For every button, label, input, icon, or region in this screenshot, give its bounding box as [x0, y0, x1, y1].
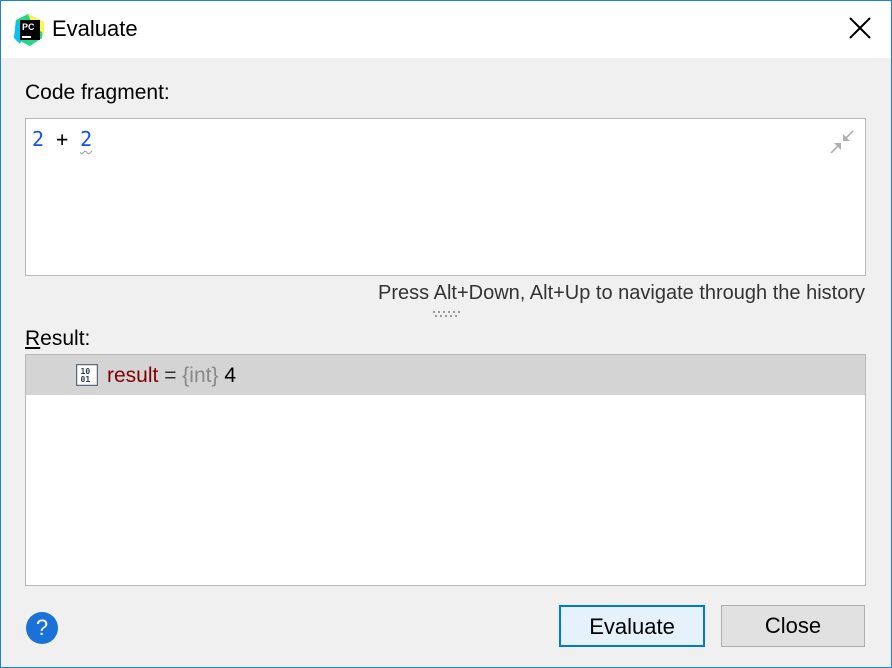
evaluate-dialog: PC Evaluate Code fragment: 2 + 2 Press A…: [0, 0, 892, 668]
window-title: Evaluate: [52, 16, 138, 41]
result-tree-row[interactable]: 10 01 result = {int} 4: [26, 355, 865, 395]
result-type: {int}: [182, 364, 219, 387]
result-label-rest: esult:: [40, 327, 91, 350]
code-operator: +: [44, 127, 81, 151]
result-row-text: result = {int} 4: [107, 364, 236, 388]
code-expression[interactable]: 2 + 2: [32, 127, 92, 151]
history-hint: Press Alt+Down, Alt+Up to navigate throu…: [378, 282, 865, 304]
evaluate-button[interactable]: Evaluate: [559, 605, 705, 647]
help-button[interactable]: ?: [26, 612, 58, 644]
code-left-operand: 2: [32, 127, 45, 151]
title-bar: PC Evaluate: [1, 1, 891, 58]
binary-value-icon: 10 01: [76, 364, 98, 386]
result-value: 4: [218, 364, 237, 387]
close-button[interactable]: Close: [721, 605, 865, 647]
result-label-mnemonic: R: [25, 327, 41, 350]
code-fragment-label: Code fragment:: [25, 81, 170, 104]
code-right-operand: 2: [80, 127, 93, 151]
close-icon[interactable]: [847, 15, 873, 41]
pycharm-logo-icon: PC: [14, 14, 44, 46]
result-variable-name: result: [107, 364, 159, 387]
splitter-grip-icon[interactable]: [431, 310, 463, 318]
collapse-editor-icon[interactable]: [829, 129, 855, 155]
svg-text:01: 01: [81, 375, 91, 384]
result-label: Result:: [25, 327, 90, 351]
app-icon-text: PC: [22, 22, 35, 32]
result-tree[interactable]: 10 01 result = {int} 4: [25, 354, 866, 586]
code-fragment-editor[interactable]: 2 + 2: [25, 118, 866, 276]
result-equals: =: [158, 364, 183, 387]
